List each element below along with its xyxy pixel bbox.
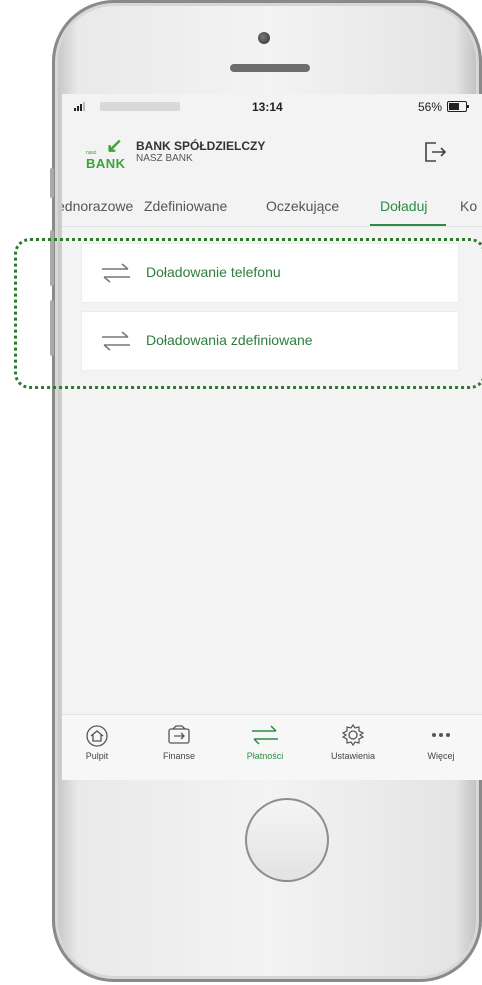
earpiece-speaker [230, 64, 310, 72]
wallet-icon [168, 725, 190, 744]
active-tab-indicator [370, 224, 446, 226]
nav-label: Płatności [246, 751, 284, 761]
list-item-doladowanie-telefonu[interactable]: Doładowanie telefonu [82, 244, 458, 302]
transfer-icon [102, 331, 130, 351]
transfer-icon [102, 263, 130, 283]
tab-zdefiniowane[interactable]: Zdefiniowane [144, 198, 227, 214]
tab-more[interactable]: Ko [460, 198, 477, 214]
home-button[interactable] [245, 798, 329, 882]
bottom-navigation: Pulpit Finanse Płatności Ustawienia Więc… [62, 714, 482, 780]
nav-platnosci[interactable]: Płatności [230, 723, 300, 777]
signal-icon [74, 102, 85, 111]
nav-wiecej[interactable]: Więcej [406, 723, 476, 777]
gear-icon [341, 723, 365, 747]
volume-up-button [50, 230, 54, 286]
logout-icon[interactable] [422, 140, 448, 164]
status-time: 13:14 [252, 100, 283, 114]
volume-down-button [50, 300, 54, 356]
nav-finanse[interactable]: Finanse [144, 723, 214, 777]
nav-pulpit[interactable]: Pulpit [62, 723, 132, 777]
battery-icon [447, 101, 469, 112]
transfer-icon [252, 725, 278, 745]
logo-big-text: BANK [86, 156, 126, 171]
bank-name: BANK SPÓŁDZIELCZY [136, 139, 266, 153]
list-item-label: Doładowanie telefonu [146, 264, 281, 280]
bank-subname: NASZ BANK [136, 153, 193, 164]
nav-label: Więcej [427, 751, 455, 761]
status-bar: 13:14 56% [62, 94, 482, 116]
app-header: ↙ nasz BANK BANK SPÓŁDZIELCZY NASZ BANK [62, 120, 482, 174]
tab-oczekujace[interactable]: Oczekujące [266, 198, 339, 214]
carrier-name [100, 102, 180, 111]
phone-screen: 13:14 56% ↙ nasz BANK BANK SPÓŁDZIELCZY … [62, 94, 482, 780]
tab-doladuj[interactable]: Doładuj [380, 198, 427, 214]
nav-label: Finanse [162, 751, 196, 761]
list-item-label: Doładowania zdefiniowane [146, 332, 313, 348]
nav-label: Pulpit [85, 751, 109, 761]
nav-label: Ustawienia [330, 751, 376, 761]
logo-arrow-icon: ↙ [106, 135, 123, 157]
more-icon [432, 733, 450, 737]
nav-ustawienia[interactable]: Ustawienia [318, 723, 388, 777]
tab-jednorazowe[interactable]: Jednorazowe [62, 198, 133, 214]
battery-percent: 56% [418, 100, 443, 114]
front-camera [258, 32, 270, 44]
list-item-doladowania-zdefiniowane[interactable]: Doładowania zdefiniowane [82, 312, 458, 370]
payment-tabs: Jednorazowe Zdefiniowane Oczekujące Doła… [62, 186, 482, 227]
mute-switch [50, 168, 54, 198]
bank-logo: ↙ nasz BANK [86, 135, 130, 171]
home-icon [86, 725, 108, 747]
